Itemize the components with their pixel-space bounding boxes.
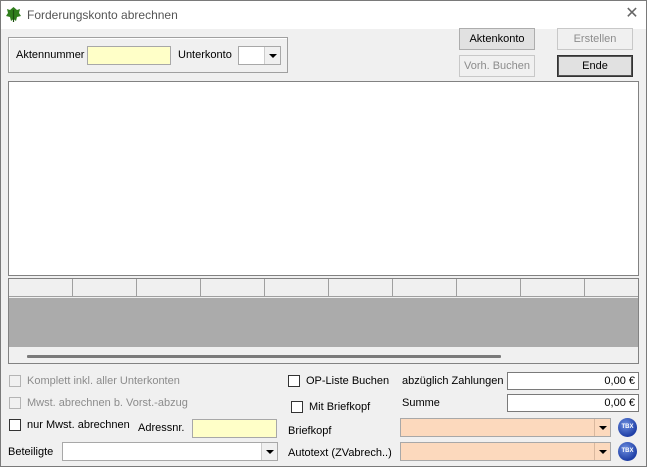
grid-column-header[interactable] bbox=[73, 279, 137, 297]
grid-column-header[interactable] bbox=[265, 279, 329, 297]
op-liste-label: OP-Liste Buchen bbox=[306, 375, 390, 387]
grid-body[interactable] bbox=[9, 298, 638, 347]
ende-button[interactable]: Ende bbox=[557, 55, 633, 77]
title-bar: Forderungskonto abrechnen ✕ bbox=[1, 1, 646, 29]
grid-column-header[interactable] bbox=[329, 279, 393, 297]
mwst-vorst-label: Mwst. abrechnen b. Vorst.-abzug bbox=[27, 397, 188, 409]
tbx-icon[interactable]: TBX bbox=[618, 442, 637, 461]
mit-briefkopf-label: Mit Briefkopf bbox=[309, 401, 371, 413]
chevron-down-icon[interactable] bbox=[264, 47, 280, 64]
grid-header bbox=[9, 279, 638, 297]
window-title: Forderungskonto abrechnen bbox=[27, 8, 178, 22]
op-liste-checkbox[interactable] bbox=[288, 375, 300, 387]
briefkopf-select[interactable] bbox=[400, 418, 611, 437]
beteiligte-select[interactable] bbox=[62, 442, 278, 461]
aktenkonto-button[interactable]: Aktenkonto bbox=[459, 28, 535, 50]
komplett-checkbox[interactable] bbox=[9, 375, 21, 387]
mwst-vorst-checkbox[interactable] bbox=[9, 397, 21, 409]
aktennummer-label: Aktennummer bbox=[16, 49, 85, 61]
adressnr-label: Adressnr. bbox=[138, 422, 185, 434]
chevron-down-icon[interactable] bbox=[594, 419, 610, 436]
summe-value: 0,00 € bbox=[507, 394, 639, 412]
vorh-buchen-button[interactable]: Vorh. Buchen bbox=[459, 55, 535, 77]
unterkonto-select[interactable] bbox=[238, 46, 281, 65]
grid-column-header[interactable] bbox=[137, 279, 201, 297]
akten-groupbox: Aktennummer Unterkonto bbox=[8, 37, 288, 73]
horizontal-scrollbar[interactable] bbox=[27, 355, 501, 358]
autotext-select[interactable] bbox=[400, 442, 611, 461]
autotext-label: Autotext (ZVabrech..) bbox=[288, 447, 392, 459]
abzueglich-zahlungen-label: abzüglich Zahlungen bbox=[402, 375, 504, 387]
aktennummer-input[interactable] bbox=[87, 46, 171, 65]
erstellen-button[interactable]: Erstellen bbox=[557, 28, 633, 50]
grid-column-header[interactable] bbox=[521, 279, 585, 297]
nur-mwst-checkbox[interactable] bbox=[9, 419, 21, 431]
dialog-window: Forderungskonto abrechnen ✕ Aktennummer … bbox=[0, 0, 647, 467]
main-content-panel[interactable] bbox=[8, 81, 639, 276]
tbx-icon[interactable]: TBX bbox=[618, 418, 637, 437]
summe-label: Summe bbox=[402, 397, 440, 409]
komplett-label: Komplett inkl. aller Unterkonten bbox=[27, 375, 180, 387]
mit-briefkopf-checkbox[interactable] bbox=[291, 401, 303, 413]
chevron-down-icon[interactable] bbox=[594, 443, 610, 460]
nur-mwst-label: nur Mwst. abrechnen bbox=[27, 419, 130, 431]
briefkopf-label: Briefkopf bbox=[288, 425, 332, 437]
chevron-down-icon[interactable] bbox=[261, 443, 277, 460]
data-grid[interactable] bbox=[8, 278, 639, 364]
adressnr-input[interactable] bbox=[192, 419, 277, 438]
grid-column-header[interactable] bbox=[201, 279, 265, 297]
beteiligte-label: Beteiligte bbox=[8, 446, 54, 458]
grid-column-header[interactable] bbox=[457, 279, 521, 297]
grid-column-header[interactable] bbox=[393, 279, 457, 297]
grid-column-header[interactable] bbox=[9, 279, 73, 297]
abzueglich-zahlungen-value: 0,00 € bbox=[507, 372, 639, 390]
app-leaf-icon bbox=[6, 7, 21, 22]
close-icon[interactable]: ✕ bbox=[621, 4, 643, 24]
unterkonto-label: Unterkonto bbox=[178, 49, 232, 61]
